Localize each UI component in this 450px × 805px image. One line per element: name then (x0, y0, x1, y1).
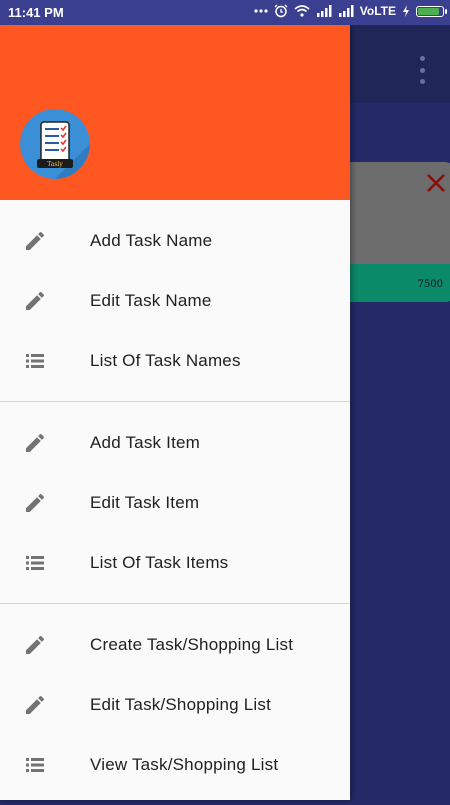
network-label: VoLTE (359, 4, 396, 18)
pencil-icon (26, 231, 45, 250)
pencil-icon (26, 635, 45, 654)
close-icon[interactable] (425, 172, 447, 194)
menu-item-label: Edit Task Item (90, 493, 200, 512)
menu-item-label: Edit Task/Shopping List (90, 695, 272, 714)
menu-item-create-shopping-list[interactable]: Create Task/Shopping List (0, 615, 350, 675)
menu-item-label: View Task/Shopping List (90, 755, 279, 774)
menu-item-list-task-items[interactable]: List Of Task Items (0, 533, 350, 593)
overflow-menu-icon[interactable] (414, 56, 430, 84)
menu-item-view-shopping-list[interactable]: View Task/Shopping List (0, 735, 350, 795)
menu-item-edit-task-item[interactable]: Edit Task Item (0, 473, 350, 533)
checklist-icon: Tasly (20, 109, 90, 179)
menu-item-edit-shopping-list[interactable]: Edit Task/Shopping List (0, 675, 350, 735)
menu-item-add-task-name[interactable]: Add Task Name (0, 211, 350, 271)
menu-item-add-task-item[interactable]: Add Task Item (0, 413, 350, 473)
list-icon (26, 556, 44, 570)
dots-icon (254, 9, 268, 13)
menu-item-label: List Of Task Names (90, 351, 241, 370)
pencil-icon (26, 493, 45, 512)
menu-item-list-task-names[interactable]: List Of Task Names (0, 331, 350, 391)
list-icon (26, 354, 44, 368)
menu-item-label: List Of Task Items (90, 553, 229, 572)
list-icon (26, 758, 44, 772)
signal-icon (316, 5, 332, 17)
menu-section-shopping-lists: Create Task/Shopping List Edit Task/Shop… (0, 604, 350, 805)
pencil-icon (26, 433, 45, 452)
drawer-menu: Add Task Name Edit Task Name List Of Tas… (0, 200, 350, 805)
status-icons: VoLTE (254, 4, 447, 18)
menu-section-task-items: Add Task Item Edit Task Item List Of Tas… (0, 402, 350, 604)
signal-icon (338, 5, 354, 17)
menu-item-label: Create Task/Shopping List (90, 635, 294, 654)
svg-text:Tasly: Tasly (47, 161, 63, 168)
menu-item-label: Add Task Item (90, 433, 201, 452)
menu-item-label: Edit Task Name (90, 291, 212, 310)
menu-section-task-names: Add Task Name Edit Task Name List Of Tas… (0, 200, 350, 402)
menu-item-edit-task-name[interactable]: Edit Task Name (0, 271, 350, 331)
status-time: 11:41 PM (8, 5, 64, 20)
battery-fill (418, 7, 440, 15)
pencil-icon (26, 695, 45, 714)
navigation-drawer: Tasly Add Task Name Edit Task Name List … (0, 25, 350, 800)
drawer-header: Tasly (0, 25, 350, 200)
pencil-icon (26, 291, 45, 310)
alarm-icon (274, 4, 288, 18)
app-logo: Tasly (20, 109, 90, 179)
wifi-icon (294, 5, 310, 17)
menu-item-label: Add Task Name (90, 231, 213, 250)
charging-icon (403, 5, 409, 17)
battery-icon (416, 5, 447, 17)
status-bar: 11:41 PM VoLTE (0, 0, 450, 25)
task-card-amount: 7500 (417, 279, 443, 290)
